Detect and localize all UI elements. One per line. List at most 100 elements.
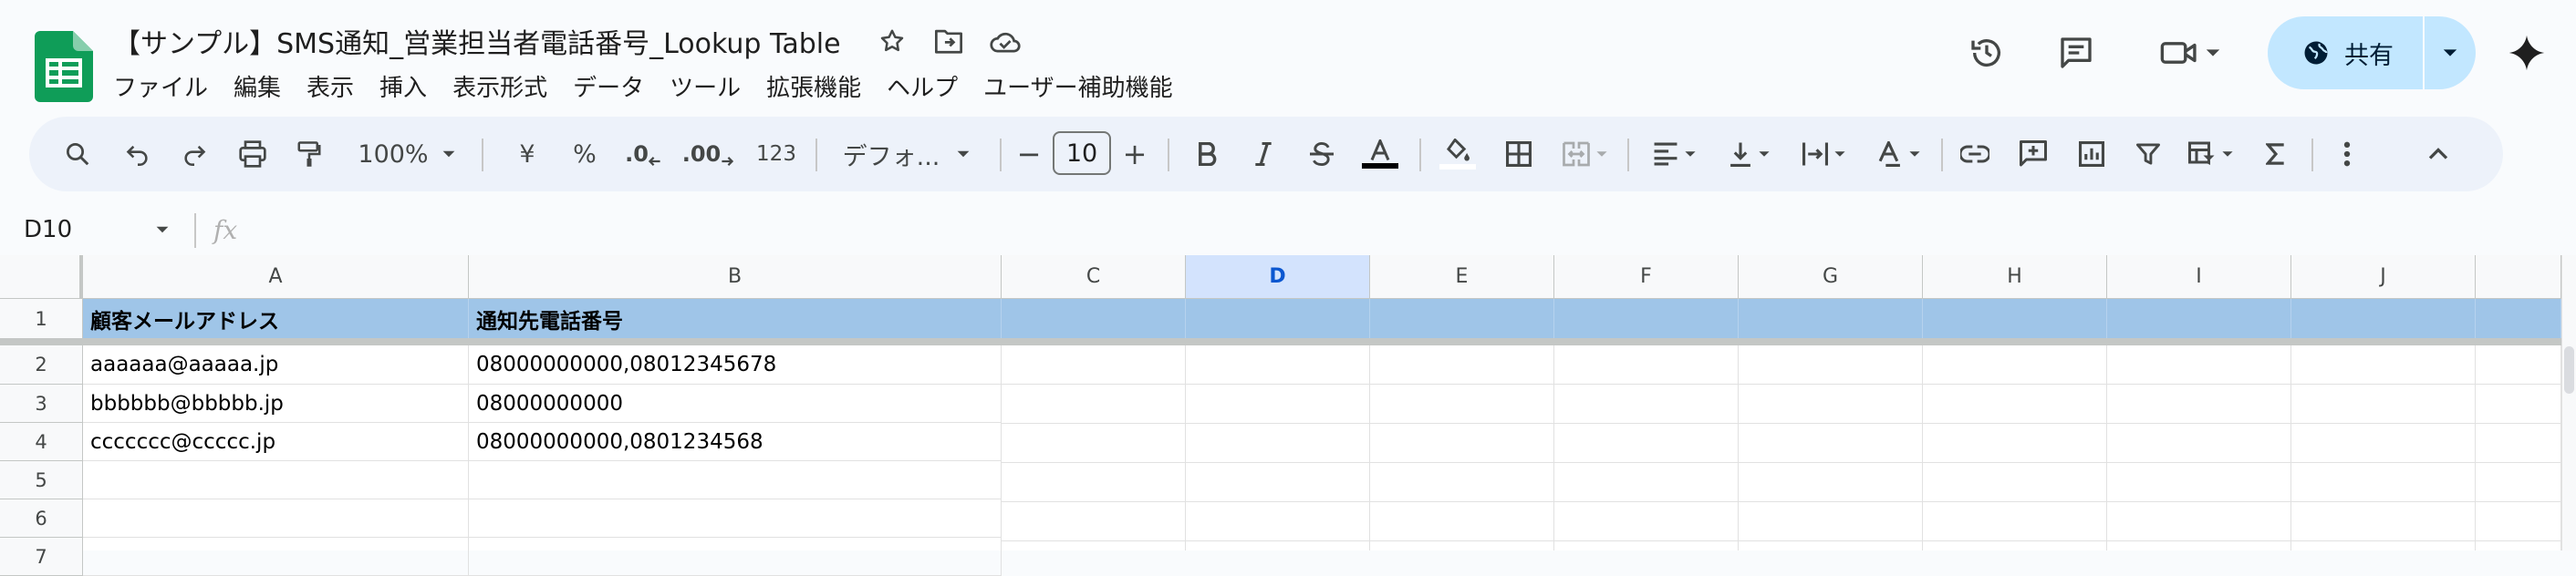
- cells-column-h[interactable]: [1923, 345, 2107, 550]
- column-header-k[interactable]: [2476, 255, 2561, 299]
- more-options-icon[interactable]: [2326, 117, 2368, 191]
- share-dropdown[interactable]: [2425, 16, 2476, 89]
- row-header-7[interactable]: 7: [0, 538, 83, 576]
- italic-icon[interactable]: [1242, 117, 1284, 191]
- menu-format[interactable]: 表示形式: [440, 69, 560, 103]
- horizontal-align-icon[interactable]: [1642, 117, 1708, 191]
- meet-video-icon[interactable]: [2149, 27, 2231, 78]
- currency-format-button[interactable]: ¥: [509, 117, 545, 191]
- share-main[interactable]: 共有: [2268, 16, 2423, 89]
- fill-color-icon[interactable]: [1432, 117, 1483, 191]
- document-title[interactable]: 【サンプル】SMS通知_営業担当者電話番号_Lookup Table: [113, 21, 841, 61]
- functions-sigma-icon[interactable]: [2255, 117, 2297, 191]
- menu-insert[interactable]: 挿入: [367, 69, 440, 103]
- menu-tools[interactable]: ツール: [657, 69, 753, 103]
- strikethrough-icon[interactable]: [1301, 117, 1343, 191]
- decrease-font-size-button[interactable]: −: [1013, 117, 1045, 191]
- font-family-select[interactable]: デフォ...: [825, 117, 989, 191]
- cell-a6[interactable]: [83, 499, 469, 538]
- increase-font-size-button[interactable]: +: [1118, 117, 1151, 191]
- menu-data[interactable]: データ: [560, 69, 657, 103]
- move-folder-icon[interactable]: [932, 25, 965, 57]
- cells-column-i[interactable]: [2107, 345, 2291, 550]
- search-menus-icon[interactable]: [57, 117, 99, 191]
- increase-decimal-button[interactable]: .00: [680, 117, 735, 191]
- cells-column-d[interactable]: [1186, 345, 1370, 550]
- cell-a7[interactable]: [83, 538, 469, 576]
- cells-column-k[interactable]: [2476, 345, 2561, 550]
- version-history-icon[interactable]: [1961, 27, 2012, 78]
- text-rotation-icon[interactable]: [1866, 117, 1932, 191]
- share-button[interactable]: 共有: [2268, 16, 2476, 89]
- frozen-row-divider[interactable]: [0, 338, 2561, 345]
- cell-g1[interactable]: [1739, 299, 1923, 339]
- column-header-e[interactable]: E: [1370, 255, 1554, 299]
- star-icon[interactable]: [876, 25, 909, 57]
- vertical-align-icon[interactable]: [1717, 117, 1782, 191]
- column-header-d[interactable]: D: [1186, 255, 1370, 299]
- redo-icon[interactable]: [173, 117, 215, 191]
- insert-chart-icon[interactable]: [2069, 117, 2114, 191]
- cloud-saved-icon[interactable]: [989, 25, 1022, 57]
- paint-format-icon[interactable]: [288, 117, 330, 191]
- menu-help[interactable]: ヘルプ: [874, 69, 971, 103]
- row-header-2[interactable]: 2: [0, 345, 83, 385]
- comments-icon[interactable]: [2051, 27, 2102, 78]
- cell-a2[interactable]: aaaaaa@aaaaa.jp: [83, 345, 469, 385]
- gemini-spark-icon[interactable]: [2501, 27, 2552, 78]
- filter-icon[interactable]: [2127, 117, 2169, 191]
- row-header-4[interactable]: 4: [0, 423, 83, 461]
- bold-icon[interactable]: [1186, 117, 1228, 191]
- cell-f1[interactable]: [1554, 299, 1739, 339]
- column-header-j[interactable]: J: [2291, 255, 2476, 299]
- menu-extensions[interactable]: 拡張機能: [753, 69, 874, 103]
- cell-h1[interactable]: [1923, 299, 2107, 339]
- cells-column-j[interactable]: [2291, 345, 2476, 550]
- decrease-decimal-button[interactable]: .0: [618, 117, 668, 191]
- cell-e1[interactable]: [1370, 299, 1554, 339]
- cell-a4[interactable]: ccccccc@ccccc.jp: [83, 423, 469, 461]
- menu-accessibility[interactable]: ユーザー補助機能: [971, 69, 1185, 103]
- merge-cells-icon[interactable]: [1554, 117, 1616, 191]
- insert-link-icon[interactable]: [1952, 117, 1998, 191]
- menu-view[interactable]: 表示: [294, 69, 367, 103]
- cell-a5[interactable]: [83, 461, 469, 499]
- cell-d1[interactable]: [1186, 299, 1370, 339]
- column-header-b[interactable]: B: [469, 255, 1002, 299]
- name-box[interactable]: D10: [24, 211, 179, 248]
- cell-b1[interactable]: 通知先電話番号: [469, 299, 1002, 339]
- cell-k1[interactable]: [2476, 299, 2561, 339]
- cell-b3[interactable]: 08000000000: [469, 385, 1002, 423]
- font-size-input[interactable]: 10: [1053, 131, 1111, 175]
- cell-a1[interactable]: 顧客メールアドレス: [83, 299, 469, 339]
- cell-b4[interactable]: 08000000000,0801234568: [469, 423, 1002, 461]
- cell-j1[interactable]: [2291, 299, 2476, 339]
- cell-c1[interactable]: [1002, 299, 1186, 339]
- text-color-icon[interactable]: [1357, 117, 1403, 191]
- select-all-corner[interactable]: [0, 255, 83, 299]
- cell-b6[interactable]: [469, 499, 1002, 538]
- row-header-5[interactable]: 5: [0, 461, 83, 499]
- menu-edit[interactable]: 編集: [221, 69, 294, 103]
- text-wrapping-icon[interactable]: [1792, 117, 1857, 191]
- cells-column-e[interactable]: [1370, 345, 1554, 550]
- row-header-6[interactable]: 6: [0, 499, 83, 538]
- cells-column-f[interactable]: [1554, 345, 1739, 550]
- spreadsheet-grid[interactable]: A B C D E F G H I J 1 2 3 4 5 6 7 顧客メールア…: [0, 255, 2576, 576]
- sheets-logo-icon[interactable]: [35, 31, 93, 102]
- column-header-c[interactable]: C: [1002, 255, 1186, 299]
- column-header-i[interactable]: I: [2107, 255, 2291, 299]
- column-header-h[interactable]: H: [1923, 255, 2107, 299]
- cells-column-c[interactable]: [1002, 345, 1186, 550]
- print-icon[interactable]: [232, 117, 274, 191]
- number-format-button[interactable]: 123: [744, 117, 808, 191]
- column-header-a[interactable]: A: [83, 255, 469, 299]
- borders-icon[interactable]: [1498, 117, 1540, 191]
- percent-format-button[interactable]: %: [566, 117, 604, 191]
- vertical-scrollbar[interactable]: [2561, 255, 2576, 550]
- menu-file[interactable]: ファイル: [100, 69, 221, 103]
- insert-comment-icon[interactable]: [2010, 117, 2056, 191]
- cells-column-g[interactable]: [1739, 345, 1923, 550]
- row-header-1[interactable]: 1: [0, 299, 83, 339]
- undo-icon[interactable]: [117, 117, 159, 191]
